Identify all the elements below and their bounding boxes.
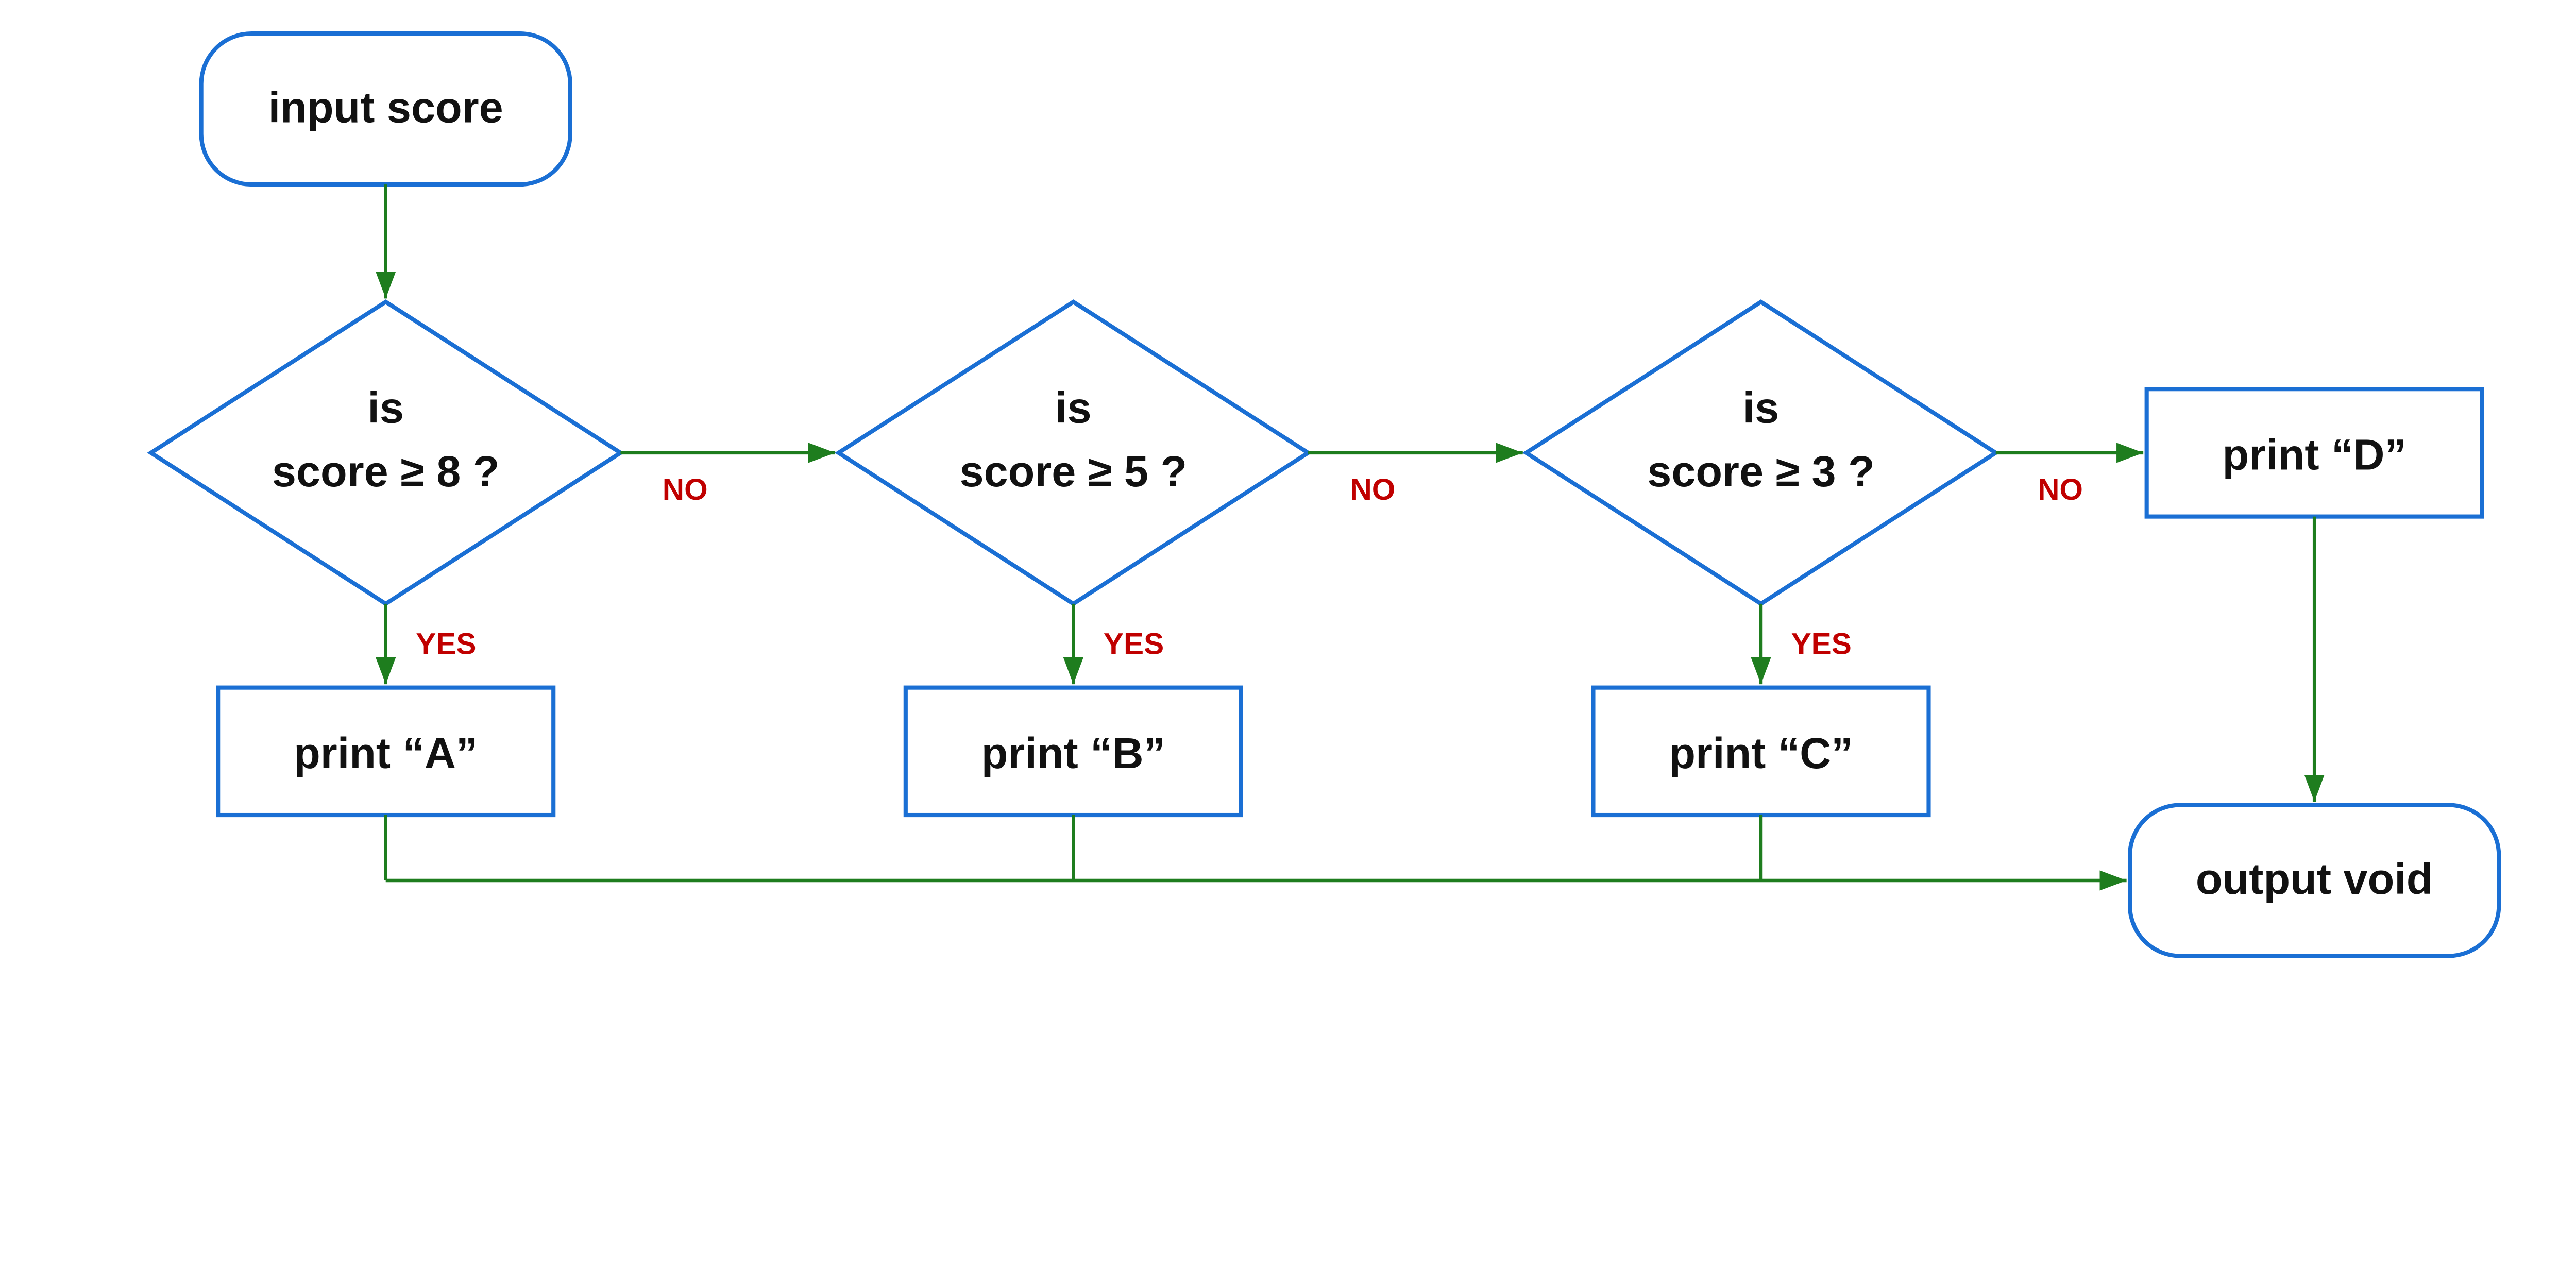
node-decision-2-line1: is	[1055, 383, 1092, 432]
node-decision-3-line1: is	[1743, 383, 1780, 432]
node-decision-3-line2: score ≥ 3 ?	[1647, 447, 1875, 496]
label-yes-3: YES	[1791, 628, 1852, 661]
node-decision-2: is score ≥ 5 ?	[839, 302, 1308, 604]
node-input: input score	[201, 33, 570, 184]
node-decision-1-line2: score ≥ 8 ?	[272, 447, 500, 496]
node-print-c-label: print “C”	[1669, 728, 1853, 777]
node-output: output void	[2130, 805, 2499, 956]
node-print-c: print “C”	[1593, 688, 1928, 815]
label-no-2: NO	[1350, 473, 1395, 506]
node-decision-3: is score ≥ 3 ?	[1526, 302, 1995, 604]
node-print-a: print “A”	[218, 688, 553, 815]
node-print-b: print “B”	[906, 688, 1241, 815]
label-yes-1: YES	[416, 628, 476, 661]
node-decision-1: is score ≥ 8 ?	[151, 302, 620, 604]
node-input-label: input score	[268, 83, 503, 132]
node-output-label: output void	[2196, 854, 2433, 903]
node-print-b-label: print “B”	[981, 728, 1165, 777]
node-decision-2-line2: score ≥ 5 ?	[960, 447, 1188, 496]
label-yes-2: YES	[1104, 628, 1164, 661]
node-decision-1-line1: is	[367, 383, 404, 432]
node-print-a-label: print “A”	[294, 728, 478, 777]
label-no-3: NO	[2038, 473, 2083, 506]
node-print-d-label: print “D”	[2223, 430, 2406, 479]
label-no-1: NO	[663, 473, 708, 506]
node-print-d: print “D”	[2147, 389, 2482, 516]
flowchart-canvas: input score is score ≥ 8 ? is score ≥ 5 …	[0, 0, 2576, 1006]
